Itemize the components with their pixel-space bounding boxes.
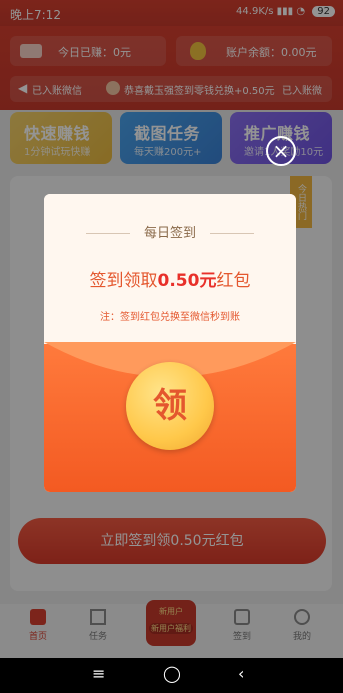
coin-text: 领 (153, 386, 187, 426)
red-envelope[interactable]: 领 (44, 342, 296, 492)
modal-title-row: 每日签到 (44, 222, 296, 241)
divider-right (210, 233, 255, 234)
divider-left (85, 233, 130, 234)
headline-amount: 0.50元 (157, 271, 217, 291)
home-circle-icon[interactable]: ◯ (163, 664, 181, 683)
menu-icon[interactable]: ≡ (92, 664, 105, 683)
modal-title: 每日签到 (143, 226, 196, 241)
modal-note: 注：签到红包兑换至微信秒到账 (100, 312, 240, 323)
close-button[interactable]: × (266, 136, 296, 166)
modal-headline: 签到领取0.50元红包 (89, 271, 251, 291)
system-nav-bar: ≡ ◯ ‹ (0, 658, 343, 693)
close-icon: × (272, 139, 290, 163)
back-icon[interactable]: ‹ (238, 664, 244, 683)
coin-button[interactable]: 领 (126, 362, 214, 450)
sign-in-modal: 每日签到 签到领取0.50元红包 注：签到红包兑换至微信秒到账 领 (44, 194, 296, 492)
